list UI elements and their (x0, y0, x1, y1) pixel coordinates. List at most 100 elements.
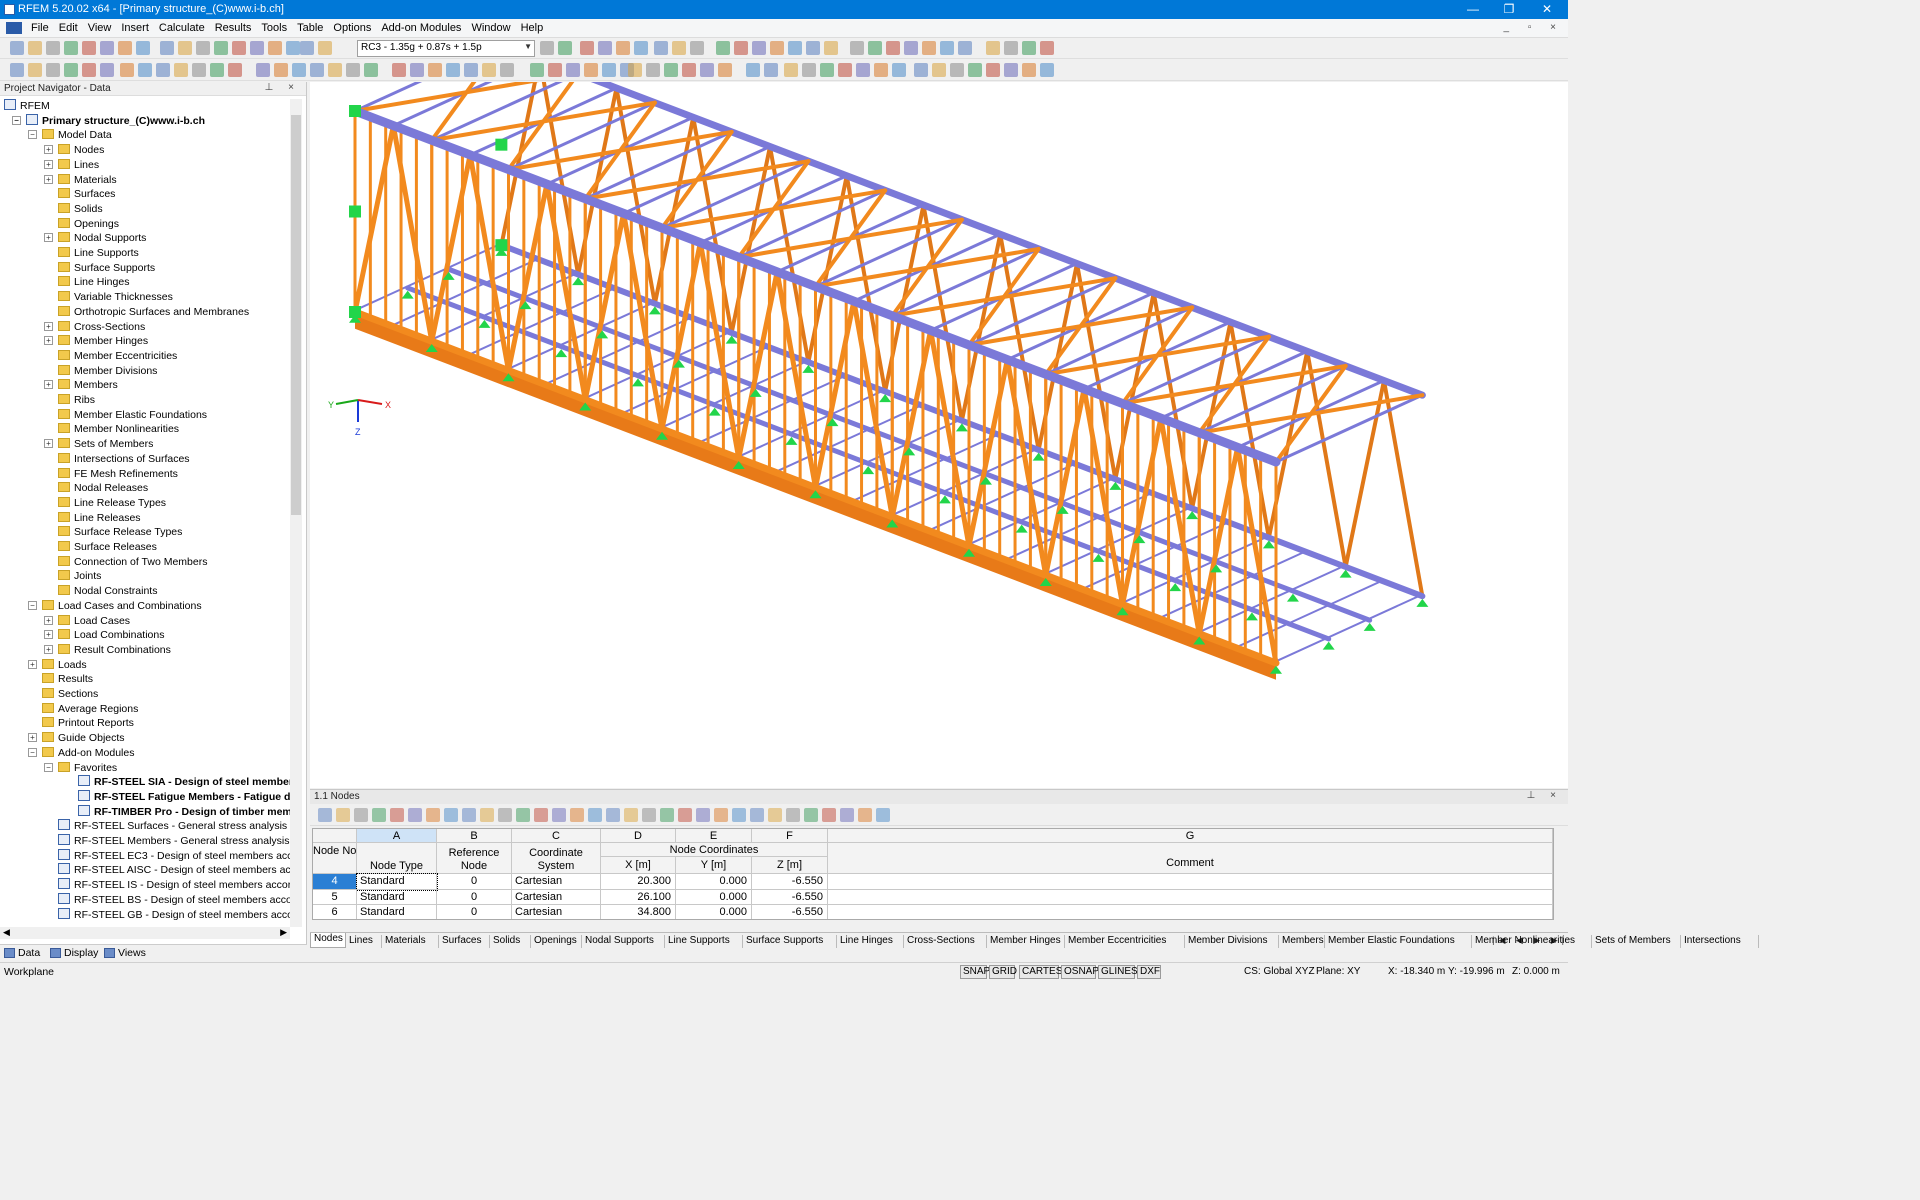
row-number[interactable]: 4 (313, 874, 357, 890)
cell-comment[interactable] (828, 889, 1553, 905)
toolbar-icon[interactable] (178, 41, 192, 55)
toolbar-icon[interactable] (392, 63, 406, 77)
toolbar-icon[interactable] (806, 41, 820, 55)
status-toggle-dxf[interactable]: DXF (1137, 965, 1161, 979)
toolbar-icon[interactable] (136, 41, 150, 55)
expand-icon[interactable]: + (44, 439, 53, 449)
cell-comment[interactable] (828, 905, 1553, 919)
cell-coord-system[interactable]: Cartesian (512, 905, 601, 919)
sheet-tab-nodes[interactable]: Nodes (310, 933, 346, 948)
tree-item[interactable]: RF-STEEL IS - Design of steel members ac… (44, 878, 290, 893)
toolbar-icon[interactable] (700, 63, 714, 77)
minimize-button[interactable]: — (1458, 1, 1488, 17)
table-toolbar-icon[interactable] (588, 808, 602, 822)
toolbar-icon[interactable] (986, 63, 1000, 77)
tree-item[interactable]: + Load Cases (44, 614, 130, 629)
toolbar-icon[interactable] (654, 41, 668, 55)
tree-item[interactable]: Sections (28, 687, 98, 702)
sheet-tab-surface-supports[interactable]: Surface Supports (743, 935, 837, 948)
tree-item[interactable]: Orthotropic Surfaces and Membranes (44, 305, 249, 320)
toolbar-icon[interactable] (156, 63, 170, 77)
tree-item[interactable]: + Guide Objects (28, 731, 125, 746)
toolbar-icon[interactable] (46, 41, 60, 55)
toolbar-icon[interactable] (328, 63, 342, 77)
toolbar-icon[interactable] (10, 63, 24, 77)
front-truss-diagonal[interactable] (966, 357, 1010, 549)
tree-item[interactable]: Member Nonlinearities (44, 422, 179, 437)
cell-y[interactable]: 0.000 (676, 874, 752, 890)
sheet-tab-surfaces[interactable]: Surfaces (439, 935, 490, 948)
support-symbol[interactable] (349, 105, 361, 117)
collapse-icon[interactable]: − (28, 130, 37, 140)
tree-item[interactable]: RF-STEEL GB - Design of steel members ac… (44, 907, 290, 923)
tree-item[interactable]: Surface Releases (44, 540, 157, 555)
toolbar-icon[interactable] (196, 41, 210, 55)
toolbar-icon[interactable] (274, 63, 288, 77)
toolbar-icon[interactable] (1004, 63, 1018, 77)
cell-z[interactable]: -6.550 (752, 905, 828, 919)
toolbar-icon[interactable] (892, 63, 906, 77)
toolbar-icon[interactable] (628, 63, 642, 77)
toolbar-icon[interactable] (446, 63, 460, 77)
front-truss-diagonal[interactable] (429, 152, 473, 344)
tree-item[interactable]: − Add-on Modules (28, 746, 134, 761)
tree-item[interactable]: + Materials (44, 173, 117, 188)
toolbar-icon[interactable] (318, 41, 332, 55)
toolbar-icon[interactable] (268, 41, 282, 55)
toolbar-icon[interactable] (566, 63, 580, 77)
nav-tab-data[interactable]: Data (4, 947, 40, 959)
cell-x[interactable]: 34.800 (601, 905, 676, 919)
tree-item[interactable]: Surface Release Types (44, 525, 182, 540)
toolbar-icon[interactable] (482, 63, 496, 77)
toolbar-icon[interactable] (838, 63, 852, 77)
table-toolbar-icon[interactable] (696, 808, 710, 822)
front-truss-diagonal[interactable] (659, 240, 703, 432)
toolbar-icon[interactable] (932, 63, 946, 77)
tree-item[interactable]: + Load Combinations (44, 628, 164, 643)
toolbar-icon[interactable] (616, 41, 630, 55)
tree-item[interactable]: RF-STEEL SIA - Design of steel members a… (64, 775, 290, 790)
cell-ref-node[interactable]: 0 (437, 905, 512, 919)
sheet-tab-line-hinges[interactable]: Line Hinges (837, 935, 904, 948)
front-truss-diagonal[interactable] (1043, 386, 1087, 578)
table-toolbar-icon[interactable] (318, 808, 332, 822)
toolbar-icon[interactable] (210, 63, 224, 77)
nodal-support[interactable] (1363, 622, 1376, 631)
support-symbol[interactable] (495, 138, 508, 151)
menu-calculate[interactable]: Calculate (154, 19, 210, 34)
table-toolbar-icon[interactable] (462, 808, 476, 822)
toolbar-icon[interactable] (1004, 41, 1018, 55)
row-number[interactable]: 6 (313, 905, 357, 919)
toolbar-icon[interactable] (10, 41, 24, 55)
toolbar-icon[interactable] (788, 41, 802, 55)
nodal-support[interactable] (1322, 641, 1335, 650)
table-toolbar-icon[interactable] (750, 808, 764, 822)
col-letter-c[interactable]: C (512, 829, 601, 843)
tree-item[interactable]: Nodal Constraints (44, 584, 157, 599)
toolbar-icon[interactable] (232, 41, 246, 55)
back-truss-diagonal[interactable] (1381, 378, 1425, 599)
expand-icon[interactable]: + (28, 659, 37, 669)
expand-icon[interactable]: + (28, 733, 37, 743)
3d-viewport[interactable]: X Y Z (310, 38, 1568, 788)
front-truss-diagonal[interactable] (352, 123, 396, 315)
back-top-beam[interactable] (497, 40, 1426, 399)
cell-comment[interactable] (828, 874, 1553, 890)
tree-item[interactable]: Nodal Releases (44, 481, 148, 496)
toolbar-icon[interactable] (734, 41, 748, 55)
toolbar-icon[interactable] (664, 63, 678, 77)
menu-table[interactable]: Table (292, 19, 328, 34)
structure-model[interactable]: X Y Z (310, 38, 1568, 788)
tree-item[interactable]: Solids (44, 202, 103, 217)
toolbar-icon[interactable] (540, 41, 554, 55)
tree-item[interactable]: Surface Supports (44, 261, 155, 276)
cell-node-type[interactable]: Standard (357, 889, 437, 905)
sheet-tab-cross-sections[interactable]: Cross-Sections (904, 935, 987, 948)
toolbar-icon[interactable] (292, 63, 306, 77)
document-icon[interactable] (6, 22, 22, 34)
status-toggle-cartes[interactable]: CARTES (1019, 965, 1062, 979)
expand-icon[interactable]: + (44, 233, 53, 243)
toolbar-icon[interactable] (824, 41, 838, 55)
expand-icon[interactable]: + (44, 380, 53, 390)
tree-item[interactable]: Average Regions (28, 702, 138, 717)
